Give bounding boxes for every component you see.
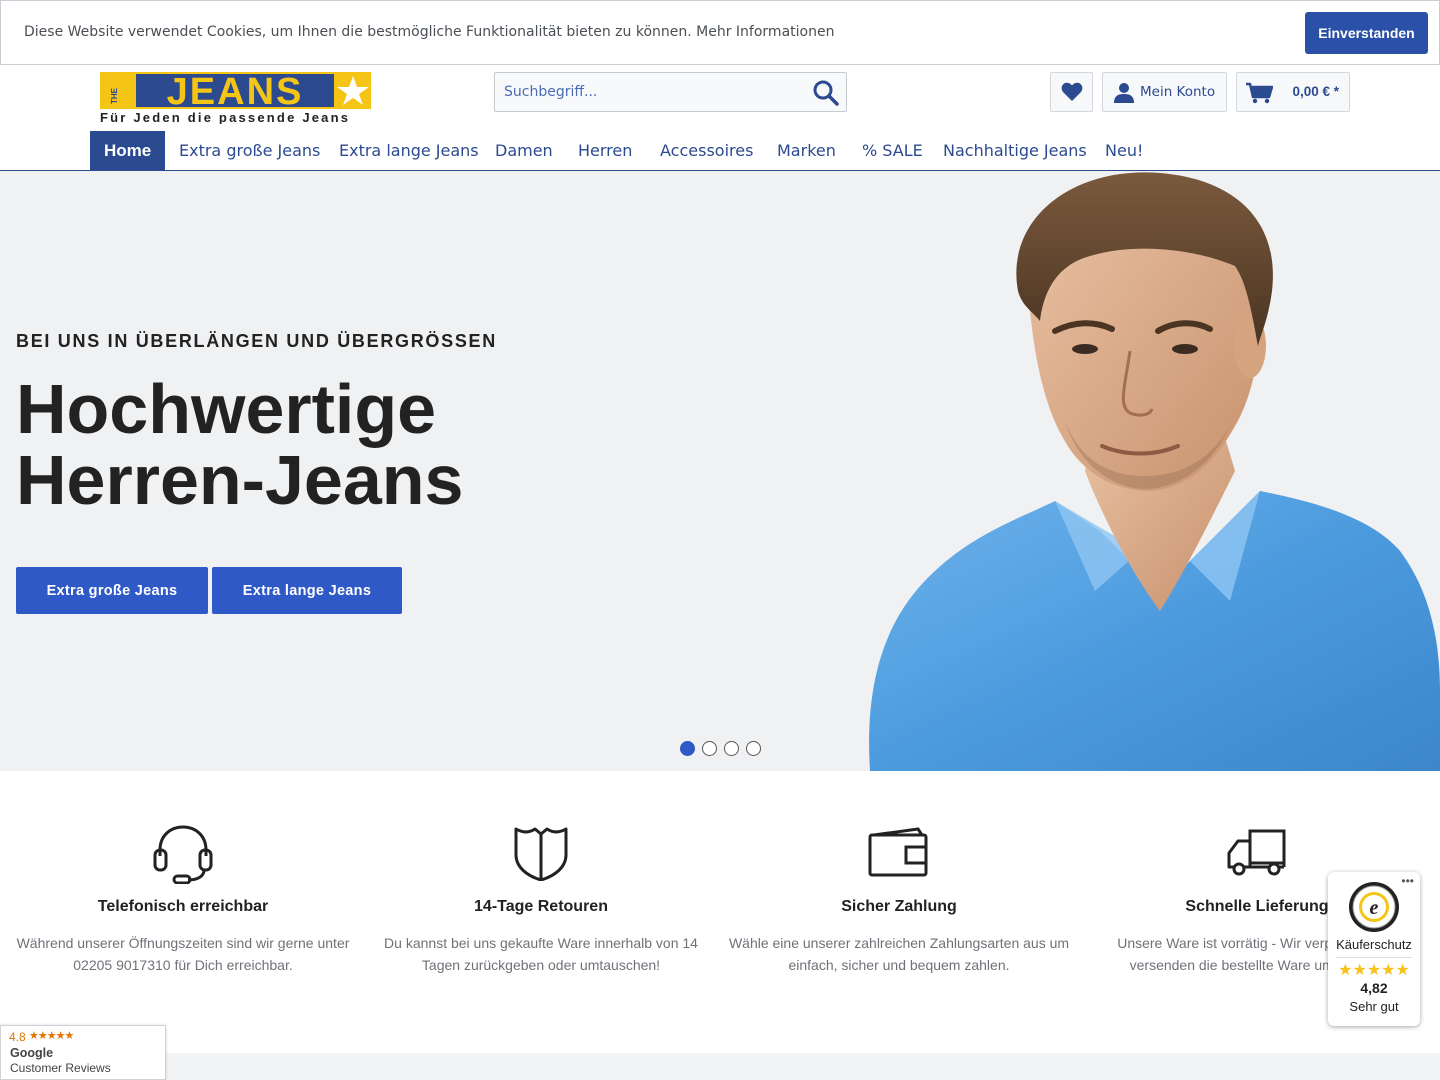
site-logo[interactable]: THE JEANS Für Jeden die passende Jeans bbox=[100, 71, 372, 125]
nav-item-marken[interactable]: Marken bbox=[777, 131, 836, 170]
svg-text:e: e bbox=[1370, 897, 1379, 919]
svg-text:JEANS: JEANS bbox=[167, 72, 304, 113]
search-box bbox=[494, 72, 847, 112]
feature-text: Du kannst bei uns gekaufte Ware innerhal… bbox=[384, 935, 698, 973]
hero-extra-grosse-jeans-button[interactable]: Extra große Jeans bbox=[16, 567, 208, 614]
footer-strip bbox=[0, 1053, 1440, 1080]
slider-dot-4[interactable] bbox=[746, 741, 761, 756]
wishlist-button[interactable] bbox=[1050, 72, 1093, 112]
google-logo: Google bbox=[10, 1046, 54, 1060]
feature-text: Wähle eine unserer zahlreichen Zahlungsa… bbox=[728, 935, 1070, 973]
feature-payment: Sicher Zahlung Wähle eine unserer zahlre… bbox=[720, 820, 1078, 976]
trusted-shops-label: Käuferschutz bbox=[1336, 937, 1412, 952]
cookie-text: Diese Website verwendet Cookies, um Ihne… bbox=[24, 24, 835, 40]
cookie-accept-button[interactable]: Einverstanden bbox=[1305, 12, 1428, 54]
hero-title-line2: Herren-Jeans bbox=[16, 441, 464, 519]
feature-phone: Telefonisch erreichbar Während unserer Ö… bbox=[4, 820, 362, 976]
search-icon bbox=[813, 80, 839, 106]
hero-model-image bbox=[869, 172, 1440, 771]
nav-item-neu[interactable]: Neu! bbox=[1105, 131, 1143, 170]
hero-title-line1: Hochwertige bbox=[16, 370, 437, 448]
hero-extra-lange-jeans-button[interactable]: Extra lange Jeans bbox=[212, 567, 402, 614]
nav-item-accessoires[interactable]: Accessoires bbox=[660, 131, 753, 170]
hero-kicker: BEI UNS IN ÜBERLÄNGEN UND ÜBERGRÖSSEN bbox=[16, 331, 497, 351]
slider-dot-3[interactable] bbox=[724, 741, 739, 756]
cart-button[interactable]: 0,00 € * bbox=[1236, 72, 1350, 112]
search-button[interactable] bbox=[812, 79, 840, 107]
slider-dot-1[interactable] bbox=[680, 741, 695, 756]
cart-icon bbox=[1246, 82, 1273, 104]
wallet-icon bbox=[720, 820, 1078, 886]
feature-title: 14-Tage Retouren bbox=[474, 898, 608, 915]
divider bbox=[1336, 957, 1412, 958]
logo-graphic: THE JEANS Für Jeden die passende Jeans bbox=[100, 71, 371, 125]
account-label: Mein Konto bbox=[1140, 84, 1216, 100]
rating-grade: Sehr gut bbox=[1349, 999, 1399, 1014]
svg-text:THE: THE bbox=[110, 87, 119, 104]
feature-text: Während unserer Öffnungszeiten sind wir … bbox=[16, 935, 350, 973]
logo-tagline: Für Jeden die passende Jeans bbox=[100, 110, 350, 124]
feature-title: Telefonisch erreichbar bbox=[97, 898, 269, 915]
cookie-banner: Diese Website verwendet Cookies, um Ihne… bbox=[0, 0, 1440, 65]
feature-title: Sicher Zahlung bbox=[841, 898, 957, 915]
user-icon bbox=[1114, 83, 1134, 103]
slider-dots bbox=[680, 741, 761, 756]
nav-item-extra-grosse-jeans[interactable]: Extra große Jeans bbox=[179, 131, 320, 170]
nav-item-extra-lange-jeans[interactable]: Extra lange Jeans bbox=[339, 131, 479, 170]
shield-icon bbox=[362, 820, 720, 886]
cart-total: 0,00 € * bbox=[1292, 84, 1339, 99]
trusted-shops-badge[interactable]: ••• e Käuferschutz ★★★★★ 4,82 Sehr gut bbox=[1328, 872, 1420, 1026]
nav-item-herren[interactable]: Herren bbox=[578, 131, 632, 170]
rating-score: 4,82 bbox=[1360, 980, 1388, 996]
nav-item-home[interactable]: Home bbox=[90, 131, 166, 170]
nav-item-damen[interactable]: Damen bbox=[495, 131, 553, 170]
google-reviews-caption: Customer Reviews bbox=[10, 1061, 111, 1075]
nav-item-nachhaltige-jeans[interactable]: Nachhaltige Jeans bbox=[943, 131, 1087, 170]
headset-icon bbox=[4, 820, 362, 886]
hero-title: Hochwertige Herren-Jeans bbox=[16, 374, 616, 516]
nav-item-sale[interactable]: % SALE bbox=[862, 131, 923, 170]
rating-stars: ★★★★★ bbox=[1338, 962, 1410, 979]
slider-dot-2[interactable] bbox=[702, 741, 717, 756]
trusted-shops-seal-icon: e bbox=[1349, 882, 1399, 932]
hero-slider: BEI UNS IN ÜBERLÄNGEN UND ÜBERGRÖSSEN Ho… bbox=[0, 171, 1440, 771]
more-icon[interactable]: ••• bbox=[1401, 874, 1414, 888]
google-rating: 4.8 bbox=[9, 1030, 26, 1044]
feature-returns: 14-Tage Retouren Du kannst bei uns gekau… bbox=[362, 820, 720, 976]
google-rating-stars: ★★★★★ bbox=[29, 1030, 74, 1042]
search-input[interactable] bbox=[495, 73, 795, 111]
google-reviews-badge[interactable]: 4.8 ★★★★★ Google Customer Reviews bbox=[0, 1025, 166, 1080]
account-button[interactable]: Mein Konto bbox=[1102, 72, 1227, 112]
heart-icon bbox=[1061, 82, 1082, 101]
main-navigation: Home Extra große Jeans Extra lange Jeans… bbox=[0, 131, 1440, 171]
